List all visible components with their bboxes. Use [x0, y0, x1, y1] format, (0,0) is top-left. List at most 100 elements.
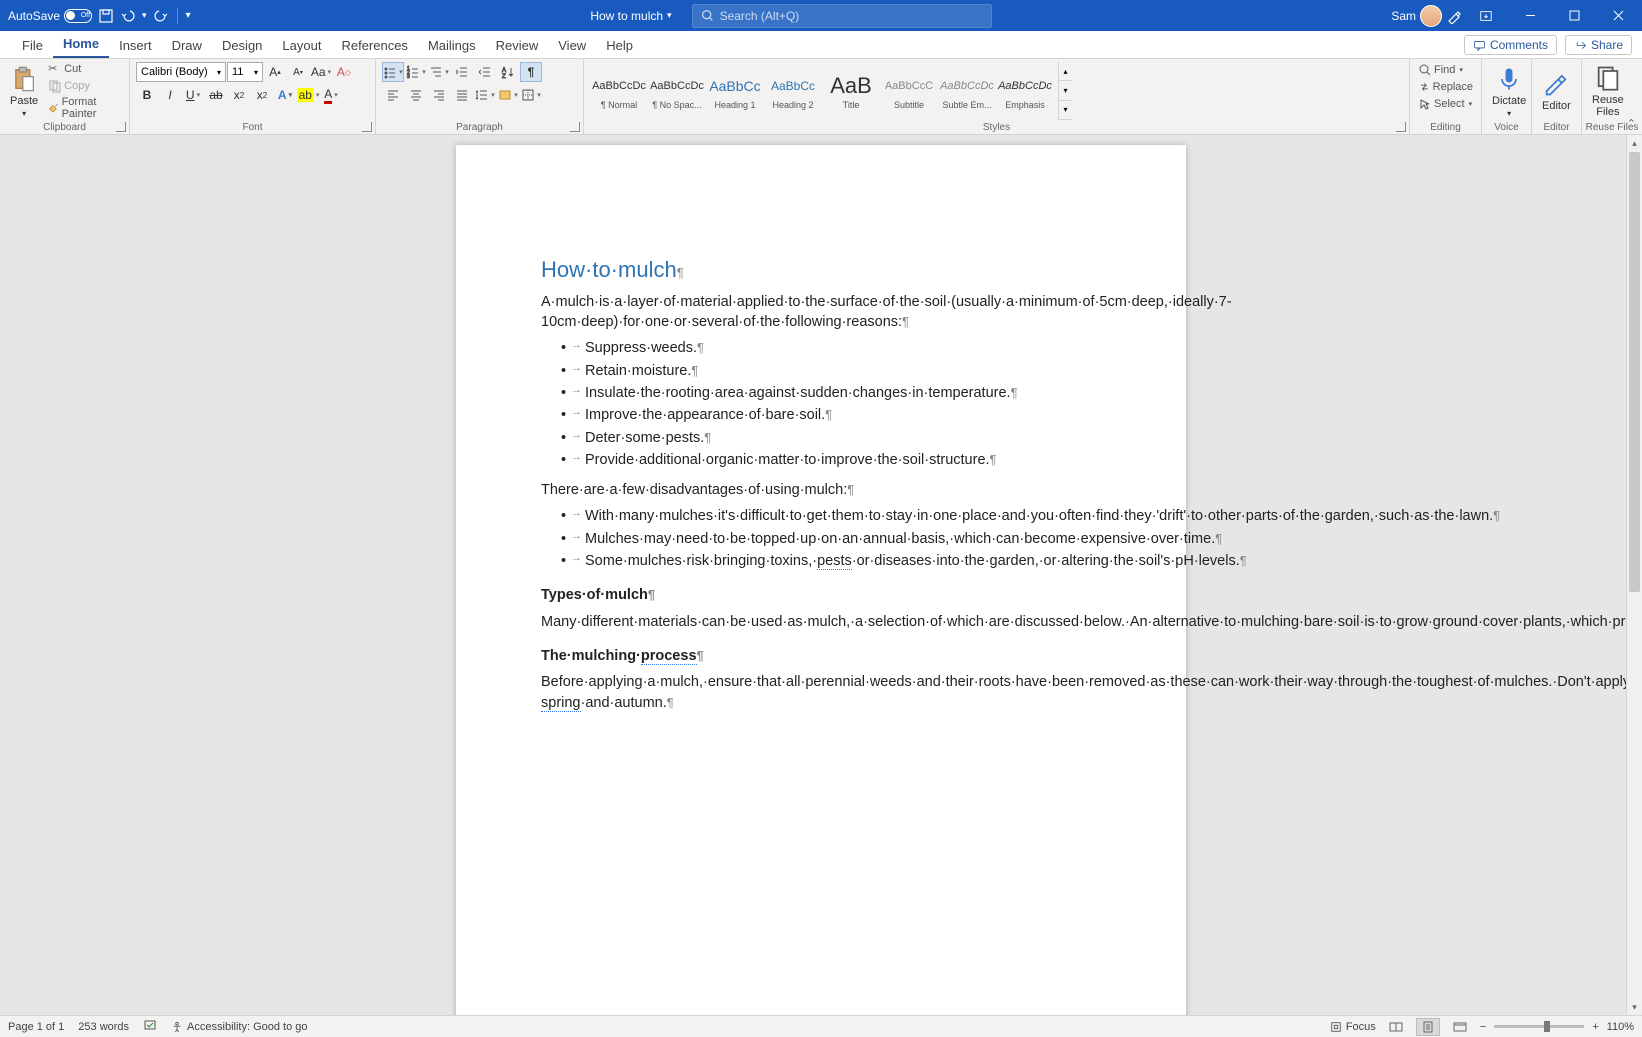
clear-formatting-button[interactable]: A◇ [333, 62, 355, 82]
zoom-slider[interactable] [1494, 1025, 1584, 1028]
zoom-level[interactable]: 110% [1607, 1021, 1634, 1033]
undo-dropdown[interactable]: ▾ [142, 10, 147, 21]
bullets-button[interactable] [382, 62, 404, 82]
shrink-font-button[interactable]: A▾ [287, 62, 309, 82]
doc-heading-2[interactable]: The·mulching·process¶ [541, 646, 1101, 666]
user-name[interactable]: Sam [1391, 9, 1416, 23]
reuse-files-button[interactable]: Reuse Files [1588, 62, 1628, 120]
autosave-toggle[interactable]: AutoSave Off [8, 9, 92, 23]
list-item[interactable]: →Some·mulches·risk·bringing·toxins,·pest… [571, 551, 1101, 571]
paragraph-dialog-launcher[interactable] [570, 122, 580, 132]
style-item[interactable]: AaBbCcCSubtitle [880, 62, 938, 120]
style-item[interactable]: AaBTitle [822, 62, 880, 120]
style-item[interactable]: AaBbCcDcSubtle Em... [938, 62, 996, 120]
gallery-scroll-down[interactable]: ▾ [1059, 81, 1072, 100]
share-button[interactable]: Share [1565, 35, 1632, 55]
view-read-mode[interactable] [1384, 1018, 1408, 1036]
font-dialog-launcher[interactable] [362, 122, 372, 132]
replace-button[interactable]: Replace [1416, 79, 1475, 95]
collapse-ribbon-button[interactable]: ⌃ [1627, 117, 1636, 130]
list-item[interactable]: →Improve·the·appearance·of·bare·soil.¶ [571, 405, 1101, 425]
doc-heading-2[interactable]: Types·of·mulch¶ [541, 585, 1101, 605]
align-left-button[interactable] [382, 85, 404, 105]
bold-button[interactable]: B [136, 85, 158, 105]
clipboard-dialog-launcher[interactable] [116, 122, 126, 132]
show-hide-button[interactable]: ¶ [520, 62, 542, 82]
scroll-up-button[interactable]: ▴ [1627, 135, 1642, 151]
view-web-layout[interactable] [1448, 1018, 1472, 1036]
change-case-button[interactable]: Aa [310, 62, 332, 82]
gallery-more[interactable]: ▾ [1059, 101, 1072, 120]
save-icon[interactable] [98, 8, 114, 24]
document-page[interactable]: How·to·mulch¶ A·mulch·is·a·layer·of·mate… [456, 145, 1186, 1015]
list-item[interactable]: →Deter·some·pests.¶ [571, 428, 1101, 448]
sort-button[interactable]: AZ [497, 62, 519, 82]
tab-review[interactable]: Review [486, 33, 549, 58]
format-painter-button[interactable]: Format Painter [46, 95, 123, 121]
tab-references[interactable]: References [331, 33, 417, 58]
list-item[interactable]: →Suppress·weeds.¶ [571, 338, 1101, 358]
status-page[interactable]: Page 1 of 1 [8, 1021, 64, 1033]
dictate-button[interactable]: Dictate▾ [1488, 62, 1530, 120]
multilevel-list-button[interactable] [428, 62, 450, 82]
justify-button[interactable] [451, 85, 473, 105]
grow-font-button[interactable]: A▴ [264, 62, 286, 82]
copy-button[interactable]: Copy [46, 78, 123, 94]
zoom-in-button[interactable]: + [1592, 1021, 1598, 1033]
paste-button[interactable]: Paste ▾ [6, 62, 42, 120]
tab-draw[interactable]: Draw [162, 33, 212, 58]
highlight-button[interactable]: ab [297, 85, 319, 105]
strikethrough-button[interactable]: ab [205, 85, 227, 105]
doc-bullet-list[interactable]: →Suppress·weeds.¶→Retain·moisture.¶→Insu… [571, 338, 1101, 470]
tab-view[interactable]: View [548, 33, 596, 58]
list-item[interactable]: →Mulches·may·need·to·be·topped·up·on·an·… [571, 529, 1101, 549]
close-button[interactable] [1598, 0, 1638, 31]
line-spacing-button[interactable] [474, 85, 496, 105]
style-item[interactable]: AaBbCcDc¶ No Spac... [648, 62, 706, 120]
style-item[interactable]: AaBbCcDc¶ Normal [590, 62, 648, 120]
font-name-combo[interactable]: Calibri (Body)▾ [136, 62, 226, 82]
decrease-indent-button[interactable] [451, 62, 473, 82]
maximize-button[interactable] [1554, 0, 1594, 31]
search-input[interactable]: Search (Alt+Q) [692, 4, 992, 28]
coming-soon-icon[interactable] [1446, 8, 1462, 24]
list-item[interactable]: →With·many·mulches·it's·difficult·to·get… [571, 506, 1101, 526]
ribbon-display-icon[interactable] [1466, 0, 1506, 31]
increase-indent-button[interactable] [474, 62, 496, 82]
style-item[interactable]: AaBbCcHeading 1 [706, 62, 764, 120]
editor-button[interactable]: Editor [1538, 62, 1575, 120]
list-item[interactable]: →Provide·additional·organic·matter·to·im… [571, 450, 1101, 470]
gallery-scroll-up[interactable]: ▴ [1059, 62, 1072, 81]
font-color-button[interactable]: A [320, 85, 342, 105]
italic-button[interactable]: I [159, 85, 181, 105]
status-accessibility[interactable]: Accessibility: Good to go [171, 1021, 307, 1033]
scroll-down-button[interactable]: ▾ [1627, 999, 1642, 1015]
vertical-scrollbar[interactable]: ▴ ▾ [1626, 135, 1642, 1015]
font-size-combo[interactable]: 11▾ [227, 62, 263, 82]
scrollbar-thumb[interactable] [1629, 152, 1640, 592]
status-words[interactable]: 253 words [78, 1021, 129, 1033]
document-title[interactable]: How to mulch ▾ [590, 9, 671, 23]
tab-insert[interactable]: Insert [109, 33, 162, 58]
superscript-button[interactable]: x2 [251, 85, 273, 105]
comments-button[interactable]: Comments [1464, 35, 1557, 55]
tab-file[interactable]: File [12, 33, 53, 58]
style-item[interactable]: AaBbCcHeading 2 [764, 62, 822, 120]
status-spellcheck-icon[interactable] [143, 1018, 157, 1035]
doc-bullet-list[interactable]: →With·many·mulches·it's·difficult·to·get… [571, 506, 1101, 571]
redo-icon[interactable] [153, 8, 169, 24]
avatar[interactable] [1420, 5, 1442, 27]
tab-home[interactable]: Home [53, 31, 109, 58]
style-item[interactable]: AaBbCcDcEmphasis [996, 62, 1054, 120]
status-focus[interactable]: Focus [1330, 1021, 1376, 1033]
undo-icon[interactable] [120, 8, 136, 24]
zoom-out-button[interactable]: − [1480, 1021, 1486, 1033]
tab-layout[interactable]: Layout [272, 33, 331, 58]
tab-help[interactable]: Help [596, 33, 643, 58]
shading-button[interactable] [497, 85, 519, 105]
subscript-button[interactable]: x2 [228, 85, 250, 105]
doc-paragraph[interactable]: A·mulch·is·a·layer·of·material·applied·t… [541, 292, 1101, 333]
doc-paragraph[interactable]: There·are·a·few·disadvantages·of·using·m… [541, 480, 1101, 500]
styles-dialog-launcher[interactable] [1396, 122, 1406, 132]
align-center-button[interactable] [405, 85, 427, 105]
